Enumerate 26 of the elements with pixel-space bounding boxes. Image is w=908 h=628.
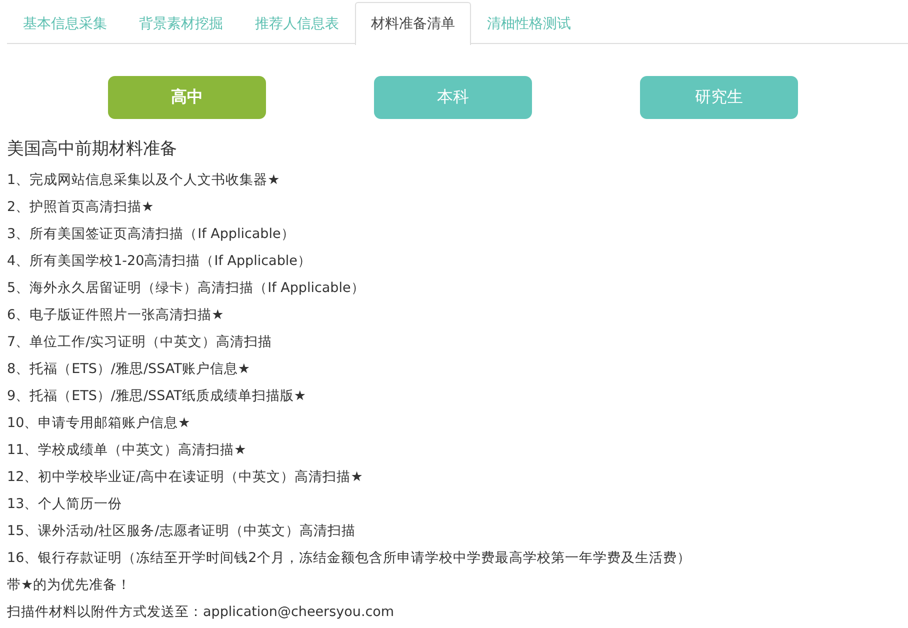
level-button[interactable]: 高中 xyxy=(108,76,266,119)
tab[interactable]: 材料准备清单 xyxy=(355,2,471,45)
priority-note: 带★的为优先准备！ xyxy=(7,576,132,595)
checklist-item: 15、课外活动/社区服务/志愿者证明（中英文）高清扫描 xyxy=(7,522,356,541)
tab[interactable]: 推荐人信息表 xyxy=(239,2,355,44)
tab[interactable]: 基本信息采集 xyxy=(7,2,123,44)
checklist-item: 16、银行存款证明（冻结至开学时间钱2个月，冻结金额包含所申请学校中学费最高学校第一年学费及生活费） xyxy=(7,549,692,568)
checklist-item: 6、电子版证件照片一张高清扫描★ xyxy=(7,306,225,325)
checklist-item: 12、初中学校毕业证/高中在读证明（中英文）高清扫描★ xyxy=(7,468,364,487)
section-heading: 美国高中前期材料准备 xyxy=(7,138,178,161)
checklist-item: 1、完成网站信息采集以及个人文书收集器★ xyxy=(7,171,281,190)
checklist-item: 13、个人简历一份 xyxy=(7,495,124,514)
checklist-item: 2、护照首页高清扫描★ xyxy=(7,198,155,217)
checklist-item: 8、托福（ETS）/雅思/SSAT账户信息★ xyxy=(7,360,251,379)
checklist-item: 3、所有美国签证页高清扫描（If Applicable） xyxy=(7,225,296,244)
checklist-item: 4、所有美国学校1-20高清扫描（If Applicable） xyxy=(7,252,312,271)
tab[interactable]: 背景素材挖掘 xyxy=(123,2,239,44)
level-button[interactable]: 本科 xyxy=(374,76,532,119)
checklist-item: 5、海外永久居留证明（绿卡）高清扫描（If Applicable） xyxy=(7,279,366,298)
level-button[interactable]: 研究生 xyxy=(640,76,798,119)
checklist-item: 7、单位工作/实习证明（中英文）高清扫描 xyxy=(7,333,274,352)
send-instruction: 扫描件材料以附件方式发送至：application@cheersyou.com xyxy=(7,603,396,622)
checklist-item: 10、申请专用邮箱账户信息★ xyxy=(7,414,192,433)
checklist-item: 11、学校成绩单（中英文）高清扫描★ xyxy=(7,441,248,460)
checklist-item: 9、托福（ETS）/雅思/SSAT纸质成绩单扫描版★ xyxy=(7,387,307,406)
tab[interactable]: 清柚性格测试 xyxy=(471,2,587,44)
